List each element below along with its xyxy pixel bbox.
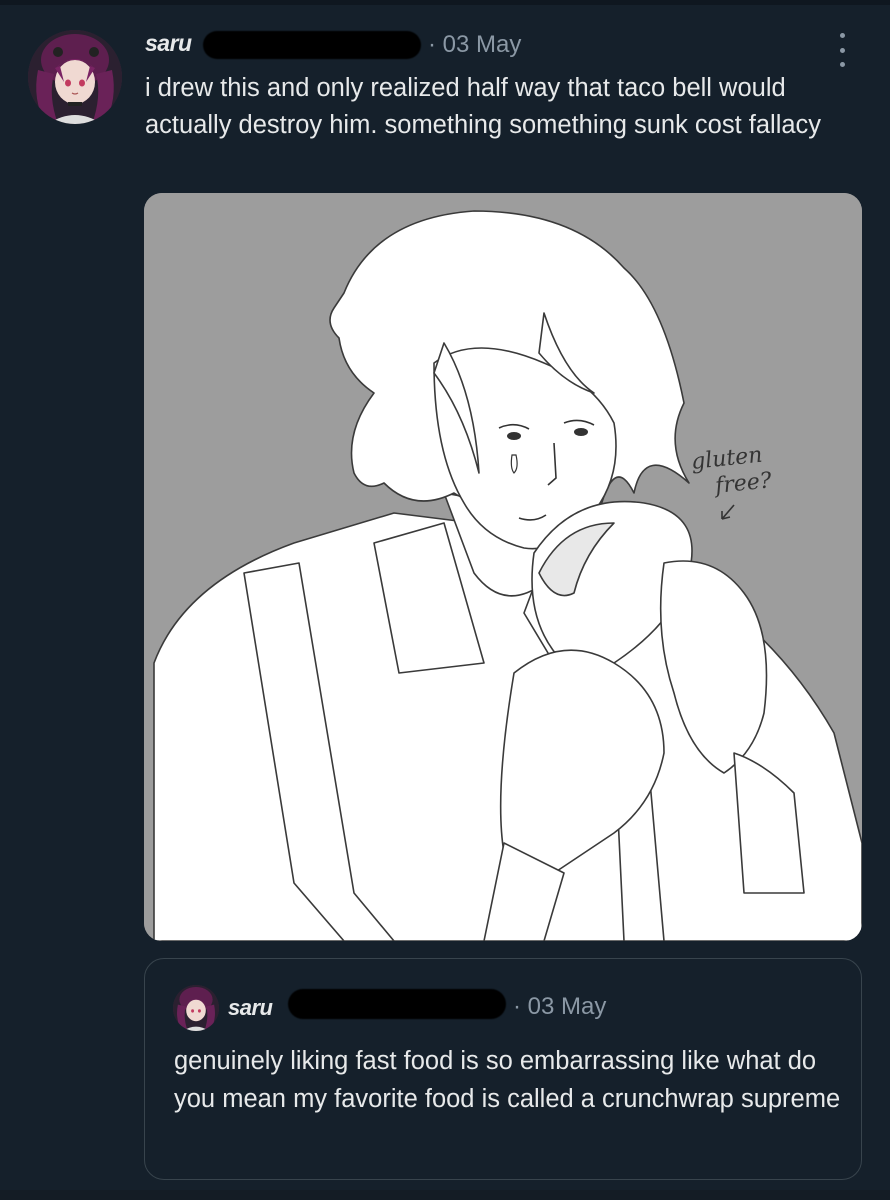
- quoted-tweet-card[interactable]: saru · 03 May genuinely liking fast food…: [144, 958, 862, 1180]
- more-vertical-icon: [839, 33, 845, 38]
- bottom-divider: [0, 1190, 890, 1200]
- quoted-tweet-text: genuinely liking fast food is so embarra…: [174, 1047, 841, 1113]
- quoted-tweet-date[interactable]: · 03 May: [513, 993, 606, 1021]
- quoted-author-name[interactable]: saru: [228, 995, 273, 1021]
- quoted-author-avatar[interactable]: [173, 985, 219, 1031]
- avatar-image: [173, 985, 219, 1031]
- top-divider: [0, 0, 890, 5]
- redacted-handle: [288, 989, 506, 1019]
- drawing-illustration: gluten free?: [144, 193, 862, 941]
- author-avatar[interactable]: [28, 30, 122, 124]
- author-name[interactable]: saru: [145, 30, 192, 57]
- avatar-image: [28, 30, 122, 124]
- tweet-date[interactable]: · 03 May: [428, 31, 521, 59]
- tweet-text: i drew this and only realized half way t…: [145, 74, 822, 139]
- more-options-button[interactable]: [830, 33, 854, 67]
- tweet-media-image[interactable]: gluten free?: [144, 193, 862, 941]
- redacted-handle: [203, 31, 421, 59]
